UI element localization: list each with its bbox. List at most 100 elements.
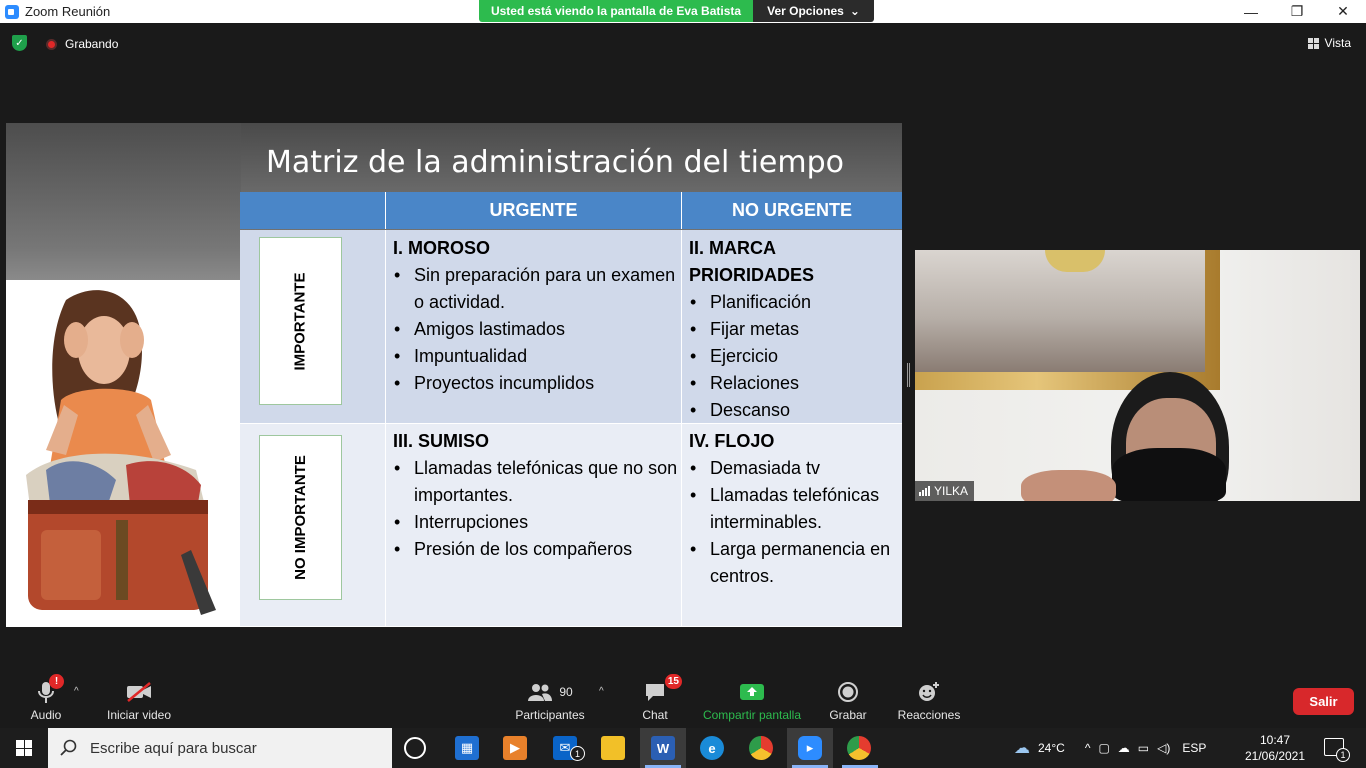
matrix-corner-cell (240, 192, 386, 229)
chat-label: Chat (642, 708, 668, 722)
start-button[interactable] (0, 728, 48, 768)
clock[interactable]: 10:47 21/06/2021 (1240, 732, 1310, 764)
quadrant-4-list: Demasiada tv Llamadas telefónicas interm… (682, 455, 902, 590)
search-icon (60, 739, 77, 756)
list-item: Fijar metas (682, 316, 902, 343)
participant-video-tile[interactable]: YILKA (915, 250, 1360, 501)
list-item: Llamadas telefónicas que no son importan… (386, 455, 681, 509)
restore-button[interactable]: ❐ (1274, 0, 1320, 23)
quadrant-2-list: Planificación Fijar metas Ejercicio Rela… (682, 289, 902, 424)
time-management-matrix: URGENTE NO URGENTE IMPORTANTE I. MOROSO … (240, 192, 902, 627)
chat-icon: 15 (644, 674, 682, 704)
chrome-second-icon[interactable] (847, 736, 871, 760)
share-banner: Usted está viendo la pantalla de Eva Bat… (479, 0, 874, 22)
participant-hand (1021, 470, 1116, 501)
row-label-cell-important: IMPORTANTE (240, 230, 386, 424)
reactions-button[interactable]: Reacciones (898, 680, 960, 722)
recording-label: Grabando (65, 37, 119, 51)
quadrant-3-list: Llamadas telefónicas que no son importan… (386, 455, 681, 563)
record-dot-icon (46, 38, 57, 50)
clock-date: 21/06/2021 (1244, 749, 1306, 763)
audio-label: Audio (30, 708, 62, 722)
close-button[interactable]: ✕ (1320, 0, 1366, 23)
edge-icon[interactable]: e (700, 736, 724, 760)
leave-meeting-button[interactable]: Salir (1293, 688, 1354, 715)
quadrant-3: III. SUMISO Llamadas telefónicas que no … (386, 424, 682, 627)
cloud-weather-icon[interactable]: ☁ (1014, 738, 1030, 758)
row-label-important: IMPORTANTE (259, 237, 342, 405)
audio-button[interactable]: ! Audio (28, 674, 64, 722)
audio-options-caret-icon[interactable]: ^ (74, 686, 79, 697)
clock-time: 10:47 (1259, 733, 1291, 747)
system-tray: ☁ 24°C ^ ▢ ☁ ▭ ◁) ESP (1014, 728, 1206, 768)
quadrant-1: I. MOROSO Sin preparación para un examen… (386, 230, 682, 424)
chat-button[interactable]: 15 Chat (638, 674, 682, 722)
list-item: Llamadas telefónicas interminables. (682, 482, 902, 536)
shared-screen: Matriz de la administración del tiempo U… (6, 123, 902, 627)
weather-temperature[interactable]: 24°C (1038, 741, 1065, 755)
network-icon[interactable]: ▭ (1138, 741, 1149, 755)
microphone-icon: ! (36, 674, 64, 704)
list-item: Demasiada tv (682, 455, 902, 482)
windows-logo-icon (16, 740, 32, 756)
quadrant-3-title: III. SUMISO (393, 431, 490, 451)
search-placeholder: Escribe aquí para buscar (90, 739, 257, 757)
word-icon[interactable]: W (651, 736, 675, 760)
row-label-not-important-text: NO IMPORTANTE (292, 455, 309, 580)
stressed-woman-illustration (6, 280, 240, 627)
window-controls: — ❐ ✕ (1228, 0, 1366, 23)
list-item: Ejercicio (682, 343, 902, 370)
quadrant-2-title: II. MARCA PRIORIDADES (689, 238, 815, 285)
signal-bars-icon (919, 486, 930, 496)
quadrant-4-title: IV. FLOJO (689, 431, 775, 451)
record-label: Grabar (829, 708, 867, 722)
participants-count: 90 (559, 685, 573, 699)
volume-icon[interactable]: ◁) (1157, 741, 1170, 755)
media-player-icon[interactable]: ▶ (503, 736, 527, 760)
cortana-icon[interactable] (404, 737, 426, 759)
view-button[interactable]: Vista (1307, 36, 1351, 50)
smiley-plus-icon (917, 680, 941, 704)
show-hidden-icons-icon[interactable]: ^ (1085, 741, 1091, 755)
chevron-down-icon: ⌄ (849, 4, 860, 18)
recording-indicator[interactable]: Grabando (46, 37, 118, 51)
notification-badge: 1 (1336, 748, 1350, 762)
store-icon[interactable]: ▦ (455, 736, 479, 760)
windows-taskbar: Escribe aquí para buscar ▦ ▶ ✉ 1 W e ▸ ☁… (0, 728, 1366, 768)
file-explorer-icon[interactable] (601, 736, 625, 760)
start-video-label: Iniciar video (106, 708, 172, 722)
viewing-screen-label: Usted está viendo la pantalla de Eva Bat… (479, 0, 753, 22)
participant-name: YILKA (934, 484, 969, 498)
header-not-urgent: NO URGENTE (682, 192, 902, 229)
participants-label: Participantes (515, 708, 585, 722)
list-item: Relaciones (682, 370, 902, 397)
share-screen-button[interactable]: Compartir pantalla (700, 680, 804, 722)
language-indicator[interactable]: ESP (1182, 741, 1206, 755)
list-item: Proyectos incumplidos (386, 370, 681, 397)
participants-options-caret-icon[interactable]: ^ (599, 686, 604, 697)
view-label: Vista (1324, 36, 1351, 50)
row-label-cell-not-important: NO IMPORTANTE (240, 424, 386, 627)
list-item: Amigos lastimados (386, 316, 681, 343)
taskbar-search-box[interactable]: Escribe aquí para buscar (48, 728, 392, 768)
record-icon (837, 680, 859, 704)
shield-icon[interactable]: ✓ (12, 35, 27, 51)
list-item: Impuntualidad (386, 343, 681, 370)
slide-title: Matriz de la administración del tiempo (266, 145, 844, 180)
split-resize-handle[interactable] (907, 363, 910, 387)
chrome-icon[interactable] (749, 736, 773, 760)
participant-mask (1112, 448, 1226, 501)
view-options-button[interactable]: Ver Opciones ⌄ (753, 0, 874, 22)
record-button[interactable]: Grabar (828, 680, 868, 722)
participants-button[interactable]: 90 Participantes (514, 680, 586, 722)
quadrant-4: IV. FLOJO Demasiada tv Llamadas telefóni… (682, 424, 902, 627)
onedrive-icon[interactable]: ☁ (1118, 741, 1130, 755)
zoom-app-icon (5, 4, 19, 19)
start-video-button[interactable]: Iniciar video (104, 680, 174, 722)
meet-now-icon[interactable]: ▢ (1098, 741, 1109, 755)
header-urgent: URGENTE (386, 192, 682, 229)
woman-with-suitcase-image (6, 280, 240, 627)
participant-name-tag: YILKA (915, 481, 975, 501)
minimize-button[interactable]: — (1228, 0, 1274, 23)
zoom-icon[interactable]: ▸ (798, 736, 822, 760)
